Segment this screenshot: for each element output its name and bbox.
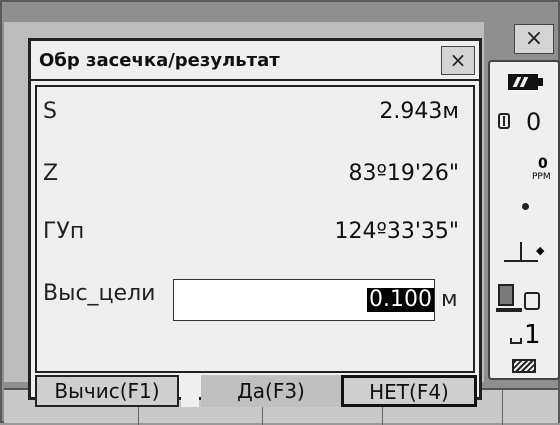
close-icon: ×	[449, 48, 467, 72]
background-close-button[interactable]: ×	[514, 24, 554, 54]
status-panel: 0 0 PPM ◆ 1	[488, 60, 560, 380]
target-height-input[interactable]: 0.100	[173, 279, 435, 321]
ppm-icon: PPM	[532, 172, 551, 182]
target-height-value[interactable]: 0.100	[367, 288, 434, 312]
target-height-unit: м	[441, 287, 458, 312]
prism-constant: 0	[526, 108, 542, 136]
result-content: S 2.943м Z 83º19'26" ГУп 124º33'35" Выс_…	[35, 85, 475, 373]
row-value-z: 83º19'26"	[348, 161, 459, 186]
tilt-dot-icon	[522, 203, 529, 210]
page-number: 1	[524, 320, 541, 350]
dialog-titlebar: Обр засечка/результат ×	[31, 41, 479, 81]
battery-icon	[508, 74, 543, 90]
input-mode-icon[interactable]	[512, 359, 536, 373]
screen-frame: × 0 0 PPM ◆ 1 Обр засечка/результат × S …	[0, 0, 560, 425]
row-value-hz: 124º33'35"	[334, 219, 459, 244]
row-value-s: 2.943м	[379, 99, 459, 124]
yes-button[interactable]: Да(F3)	[201, 375, 341, 407]
row-label-s: S	[43, 99, 57, 124]
close-icon: ×	[524, 26, 544, 51]
row-label-z: Z	[43, 161, 59, 186]
calc-button[interactable]: Вычис(F1)	[35, 375, 179, 407]
result-dialog: Обр засечка/результат × S 2.943м Z 83º19…	[28, 38, 482, 407]
target-height-label: Выс_цели	[43, 281, 156, 306]
dialog-close-button[interactable]: ×	[441, 46, 475, 75]
no-button[interactable]: НЕТ(F4)	[341, 375, 477, 407]
ppm-value: 0	[538, 156, 548, 172]
row-label-hz: ГУп	[43, 219, 85, 244]
dialog-title: Обр засечка/результат	[39, 50, 280, 71]
softkey-gap	[181, 375, 199, 407]
prism-icon	[498, 113, 510, 129]
